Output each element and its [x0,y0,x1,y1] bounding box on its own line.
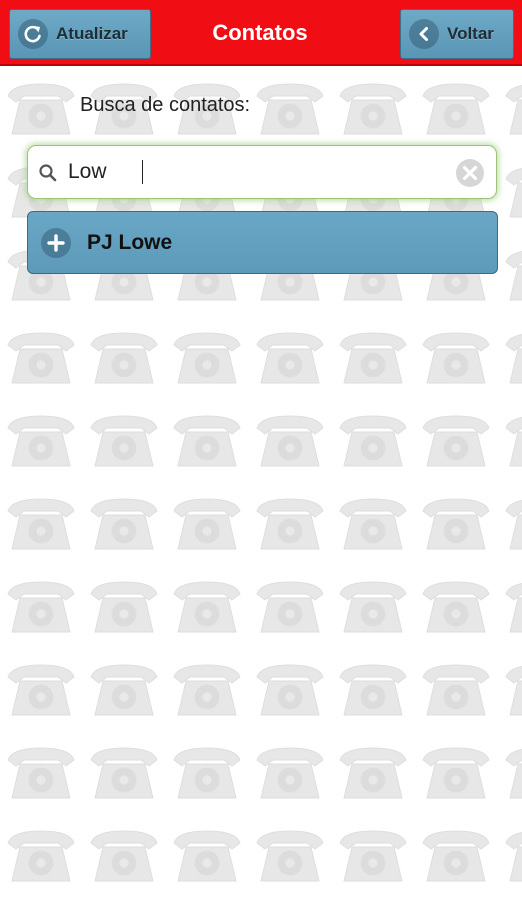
app-header: Atualizar Contatos Voltar [0,0,522,66]
refresh-icon [18,19,48,49]
page-title: Contatos [212,20,308,45]
chevron-left-icon [409,19,439,49]
search-icon [38,163,58,188]
search-box[interactable] [27,145,497,199]
back-button[interactable]: Voltar [400,9,514,59]
search-label: Busca de contatos: [80,94,251,116]
contact-name: PJ Lowe [87,230,173,254]
refresh-button-label: Atualizar [56,24,128,43]
search-input[interactable] [68,156,448,188]
contact-list-item[interactable]: PJ Lowe [27,211,498,274]
refresh-button[interactable]: Atualizar [9,9,151,59]
text-caret [142,160,143,184]
plus-icon [41,227,71,258]
back-button-label: Voltar [447,24,494,43]
clear-search-icon[interactable] [455,158,485,188]
